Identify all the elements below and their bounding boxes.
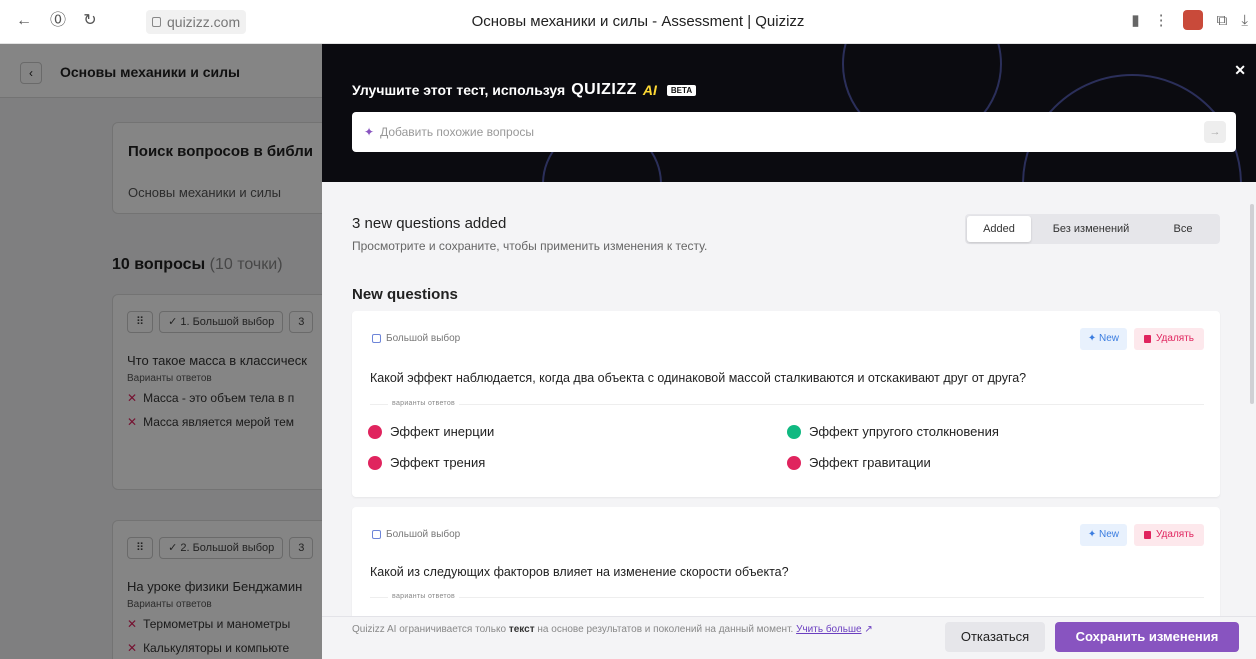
sparkle-icon: ✦ [364, 125, 375, 139]
delete-button[interactable]: Удалять [1133, 524, 1204, 546]
extension-icon[interactable] [1182, 10, 1203, 30]
answer-option: Эффект гравитации [787, 455, 931, 470]
section-title: New questions [352, 286, 458, 303]
submit-arrow-icon[interactable]: → [1204, 121, 1226, 143]
answers-label: варианты ответов [388, 400, 460, 407]
tab-all[interactable]: Все [1151, 216, 1215, 242]
summary-subtitle: Просмотрите и сохраните, чтобы применить… [352, 239, 708, 253]
question-type-label: Большой выбор [386, 333, 461, 344]
quizizz-logo: QUIZIZZ [571, 81, 637, 98]
checkbox-icon [372, 334, 381, 343]
close-icon[interactable]: ✕ [1234, 62, 1246, 79]
question-text: Какой эффект наблюдается, когда два объе… [370, 371, 1027, 385]
question-type: Большой выбор [372, 333, 460, 344]
question-type-label: Большой выбор [386, 529, 461, 540]
tab-title: Основы механики и силы - Assessment | Qu… [471, 13, 805, 30]
learn-more-link[interactable]: Учить больше [796, 624, 861, 635]
answer-option: Эффект инерции [368, 424, 494, 439]
incorrect-dot-icon [368, 424, 382, 439]
heading-text: Улучшите этот тест, используя [352, 82, 566, 98]
summary-title: 3 new questions added [352, 215, 507, 232]
ai-prompt-field[interactable]: ✦ → [352, 112, 1236, 152]
discard-button[interactable]: Отказаться [945, 622, 1045, 652]
external-link-icon[interactable]: ↗ [864, 624, 872, 635]
collections-icon[interactable]: ⧉ [1217, 12, 1228, 29]
ai-disclaimer: Quizizz AI ограничивается только текст н… [352, 624, 873, 635]
download-icon[interactable]: ⤓ [1241, 12, 1248, 29]
answers-label: варианты ответов [388, 593, 460, 600]
menu-dots-icon[interactable]: ⋮ [1154, 11, 1169, 29]
new-badge: ✦ New [1079, 524, 1127, 546]
ai-prompt-input[interactable] [380, 125, 1181, 139]
delete-label: Удалять [1155, 529, 1194, 540]
answer-option: Эффект трения [368, 455, 485, 470]
checkbox-icon [372, 530, 381, 539]
save-changes-button[interactable]: Сохранить изменения [1055, 622, 1239, 652]
new-question-card: Большой выбор ✦ New Удалять Какой из сле… [352, 507, 1220, 627]
beta-badge: BETA [666, 84, 697, 96]
answer-option: Эффект упругого столкновения [787, 424, 999, 439]
modal-footer: Quizizz AI ограничивается только текст н… [322, 616, 1256, 659]
ai-enhance-modal: ✕ Улучшите этот тест, используя QUIZIZZ … [322, 44, 1256, 659]
divider [370, 597, 1204, 598]
delete-label: Удалять [1155, 333, 1194, 344]
modal-heading: Улучшите этот тест, используя QUIZIZZ AI… [352, 81, 697, 99]
filter-tabs: Added Без изменений Все [965, 214, 1220, 244]
incorrect-dot-icon [368, 455, 382, 470]
new-question-card: Большой выбор ✦ New Удалять Какой эффект… [352, 311, 1220, 497]
bookmark-icon[interactable]: ▮ [1131, 11, 1139, 29]
delete-button[interactable]: Удалять [1133, 328, 1204, 350]
modal-header: ✕ Улучшите этот тест, используя QUIZIZZ … [322, 44, 1256, 182]
correct-dot-icon [787, 424, 801, 439]
trash-icon [1143, 531, 1151, 539]
incorrect-dot-icon [787, 455, 801, 470]
new-badge: ✦ New [1079, 328, 1127, 350]
tab-unchanged[interactable]: Без изменений [1031, 216, 1151, 242]
scrollbar[interactable] [1250, 204, 1254, 404]
question-text: Какой из следующих факторов влияет на из… [370, 565, 789, 579]
trash-icon [1143, 335, 1151, 343]
tab-added[interactable]: Added [967, 216, 1031, 242]
question-type: Большой выбор [372, 529, 460, 540]
divider [370, 404, 1204, 405]
ai-logo: AI [642, 82, 657, 98]
browser-toolbar: ← ⓪ ↻ quizizz.com Основы механики и силы… [0, 0, 1256, 44]
